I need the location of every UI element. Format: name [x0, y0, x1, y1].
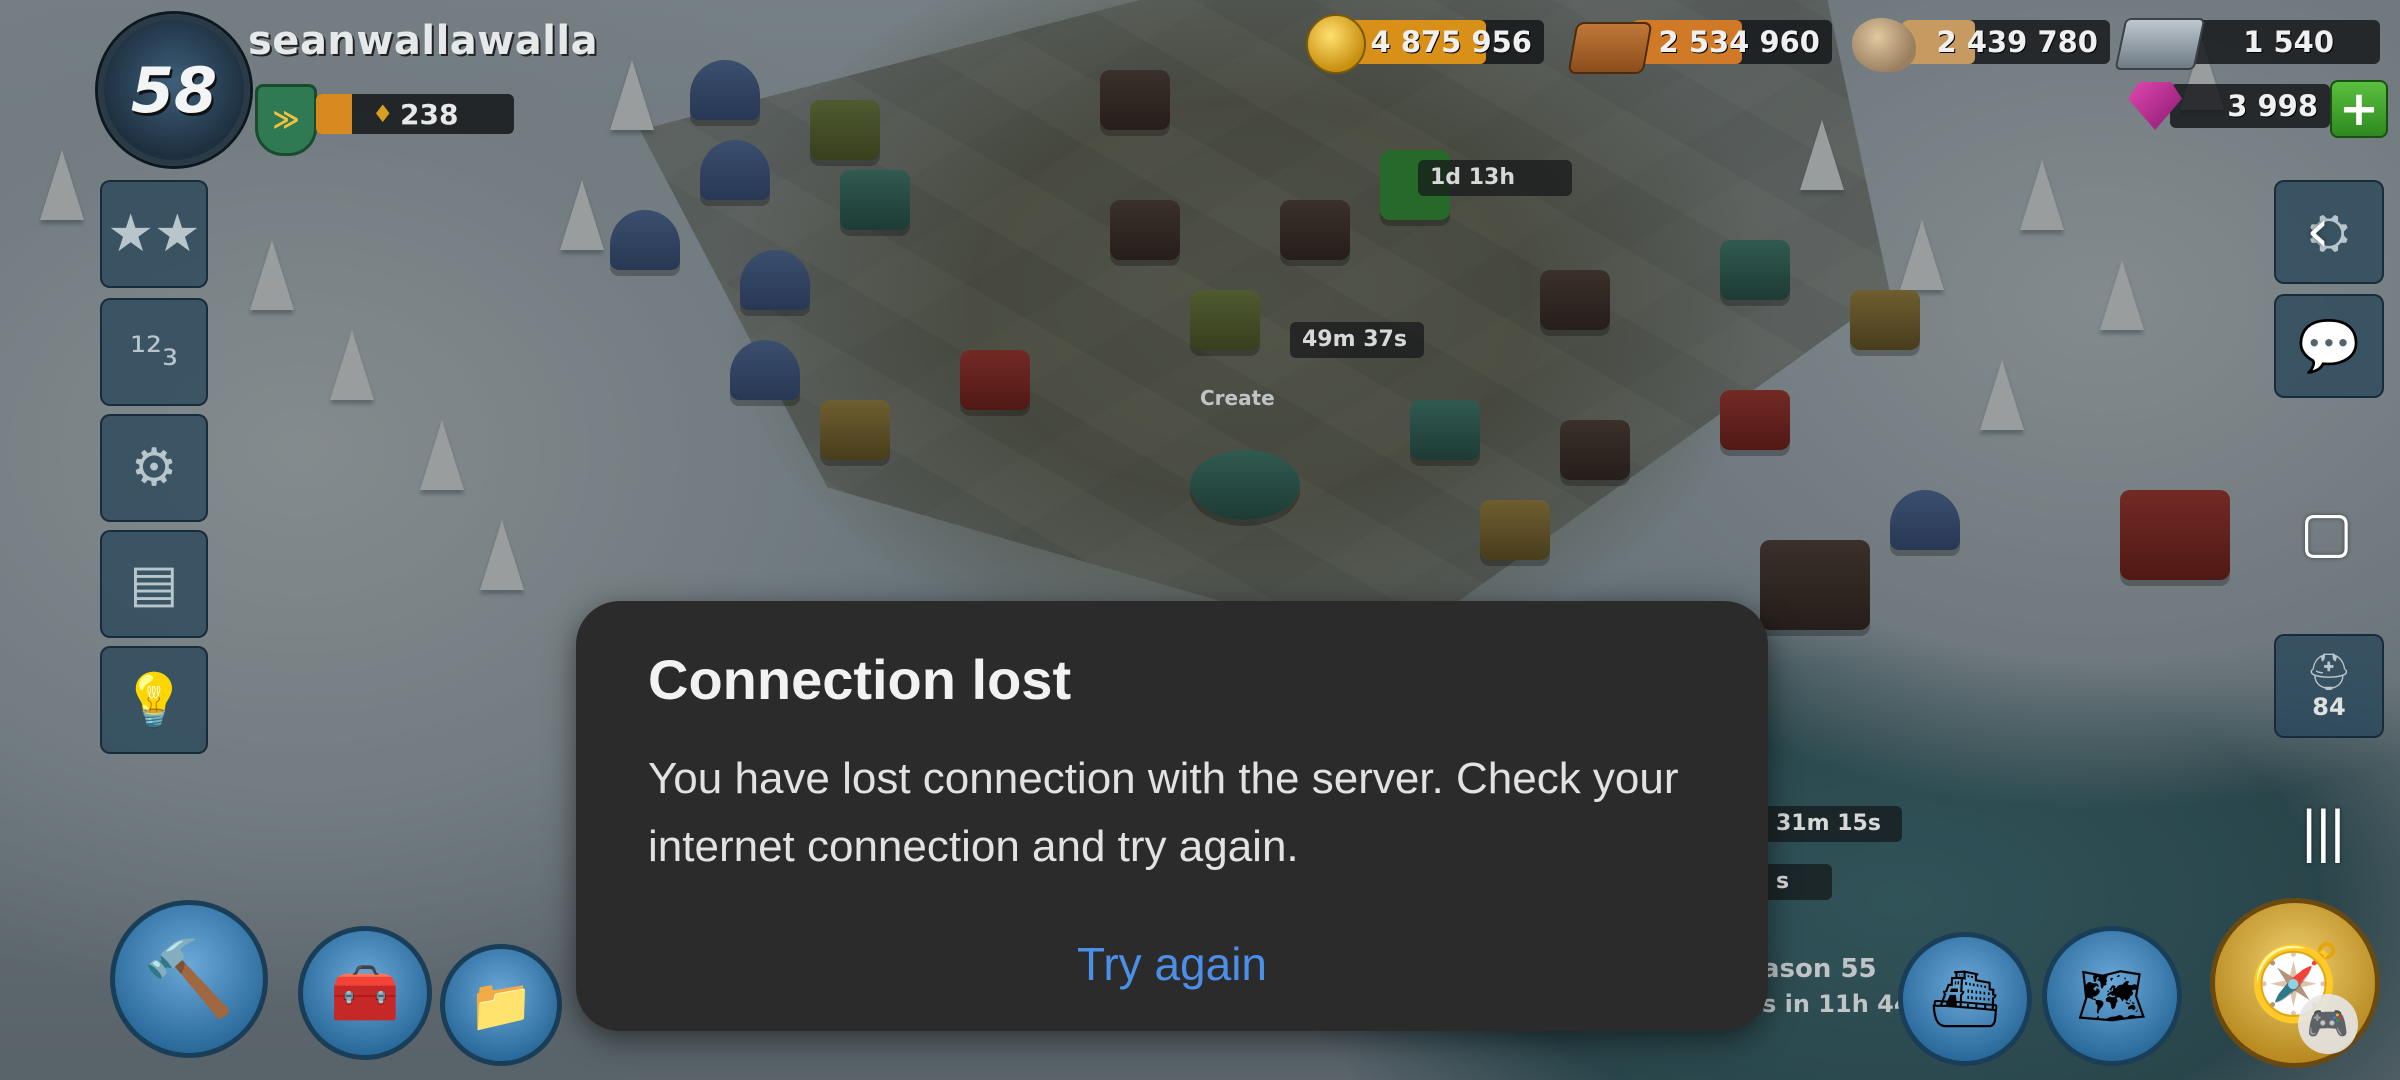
timer-partial-2: s — [1764, 864, 1832, 900]
upgrade-timer: 1d 13h — [1418, 160, 1572, 196]
leaderboard-button[interactable]: ¹²₃ — [100, 298, 208, 406]
gold-value: 4 875 956 — [1370, 25, 1532, 59]
iron-counter[interactable]: 1 540 — [2180, 20, 2380, 64]
diamond-value: 3 998 — [2227, 89, 2318, 123]
wood-counter[interactable]: 2 534 960 — [1632, 20, 1832, 64]
rank-chevron-icon[interactable]: ≫ — [255, 84, 317, 156]
recent-apps-nav-icon[interactable]: ||| — [2300, 800, 2347, 863]
lightbulb-icon: 💡 — [121, 670, 187, 731]
dialog-title: Connection lost — [648, 648, 1072, 711]
home-nav-icon[interactable]: ▢ — [2300, 500, 2353, 565]
game-controller-icon[interactable]: 🎮 — [2298, 994, 2358, 1054]
rank-progress-fill — [316, 94, 352, 134]
settings-icon: ⚙ — [130, 438, 178, 498]
chat-button[interactable]: 💬 — [2274, 294, 2384, 398]
landing-craft-button[interactable]: ⛴ — [1898, 932, 2032, 1066]
season-label: ason 55 — [1762, 954, 1877, 984]
player-name: seanwallawalla — [248, 18, 599, 64]
player-level: 58 — [130, 53, 218, 127]
diamond-counter[interactable]: 3 998 — [2170, 84, 2330, 128]
iron-value: 1 540 — [2243, 25, 2334, 59]
rank-points: 238 — [400, 98, 459, 131]
treasure-button[interactable]: 🧰 — [298, 926, 432, 1060]
wood-value: 2 534 960 — [1658, 25, 1820, 59]
medal-icon: ♦ — [372, 100, 394, 128]
stone-value: 2 439 780 — [1936, 25, 2098, 59]
chat-bubble-icon: 💬 — [2297, 316, 2361, 375]
map-button[interactable]: 🗺 — [2042, 926, 2182, 1066]
rank-bar[interactable]: ♦ 238 — [316, 94, 514, 134]
add-diamonds-button[interactable]: + — [2330, 80, 2388, 138]
gold-icon — [1306, 14, 1366, 74]
attack-compass-button[interactable]: 🧭 — [2210, 898, 2380, 1068]
treasure-chest-icon: 🧰 — [330, 961, 400, 1026]
reinforcements-button[interactable]: ⛑ 84 — [2274, 634, 2384, 738]
hammer-icon: 🔨 — [142, 935, 236, 1022]
leaderboard-icon: ¹²₃ — [129, 329, 179, 375]
connection-lost-dialog: Connection lost You have lost connection… — [576, 601, 1768, 1031]
try-again-button[interactable]: Try again — [576, 937, 1768, 991]
boat-icon: ⛴ — [1929, 967, 2001, 1032]
iron-icon — [2114, 18, 2206, 70]
build-timer: 49m 37s — [1290, 322, 1424, 358]
tips-button[interactable]: 💡 — [100, 646, 208, 754]
gold-counter[interactable]: 4 875 956 — [1350, 20, 1544, 64]
help-count: 84 — [2312, 693, 2346, 721]
folder-icon: 📁 — [468, 975, 534, 1036]
build-button[interactable]: 🔨 — [110, 900, 268, 1058]
dialog-message: You have lost connection with the server… — [648, 754, 1679, 871]
stars-button[interactable]: ★★ — [100, 180, 208, 288]
create-label: Create — [1200, 386, 1275, 410]
back-nav-icon[interactable]: ‹ — [2306, 196, 2330, 266]
stone-counter[interactable]: 2 439 780 — [1902, 20, 2110, 64]
stars-icon: ★★ — [107, 204, 201, 264]
intel-button[interactable]: 📁 — [440, 944, 562, 1066]
timer-partial-1: 31m 15s — [1764, 806, 1902, 842]
map-icon: 🗺 — [2076, 964, 2148, 1029]
wood-icon — [1567, 22, 1653, 74]
settings-button[interactable]: ⚙ — [100, 414, 208, 522]
news-icon: ▤ — [129, 554, 179, 614]
player-level-badge[interactable]: 58 — [98, 14, 250, 166]
troops-icon: ⛑ — [2306, 652, 2352, 693]
news-button[interactable]: ▤ — [100, 530, 208, 638]
